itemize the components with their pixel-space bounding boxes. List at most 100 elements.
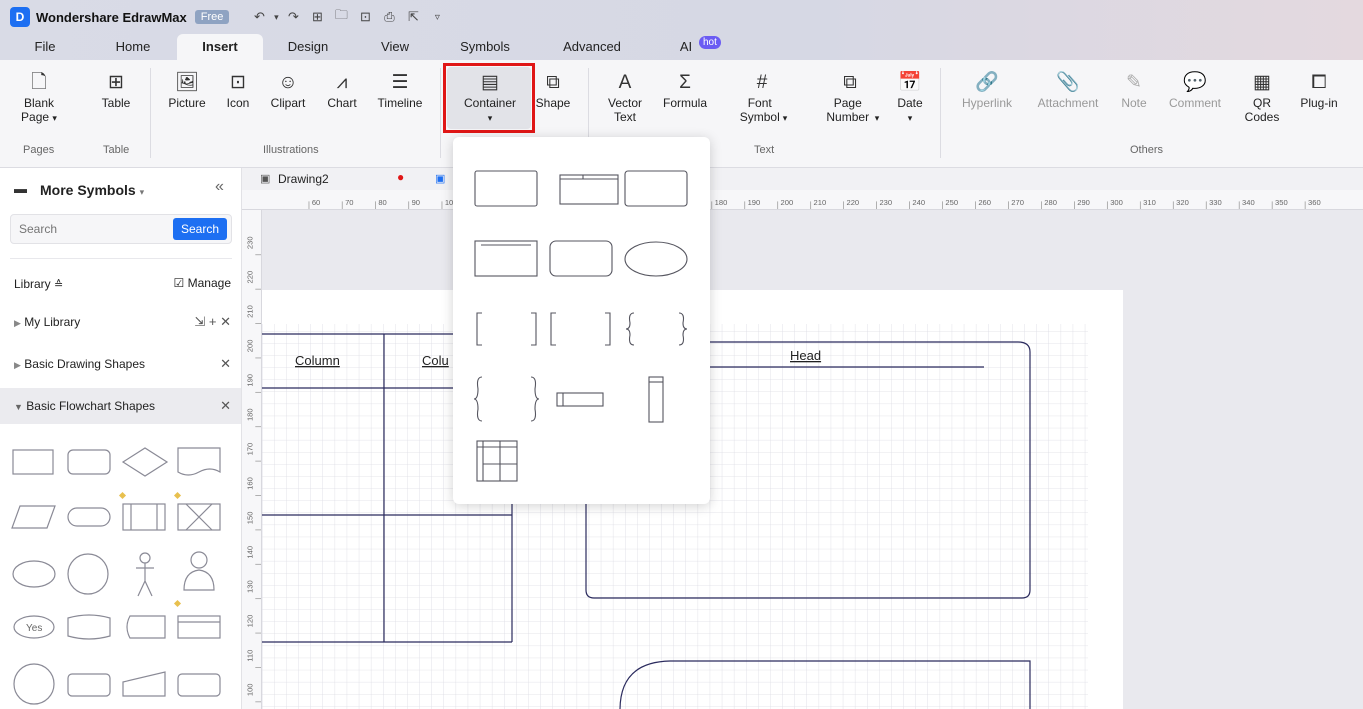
ruler-tick-label: 350 <box>1275 198 1288 207</box>
title-bar: D Wondershare EdrawMax Free ↶ ▾ ↷ ⊞ 🗀 ⊡ … <box>0 0 1363 34</box>
page-number-button[interactable]: ⧉ Page Number ▾ <box>814 70 886 125</box>
container-option-header-line[interactable] <box>474 240 538 277</box>
close-icon[interactable]: ✕ <box>220 314 231 329</box>
date-button[interactable]: 📅 Date ▾ <box>890 70 930 125</box>
vector-text-button[interactable]: A Vector Text <box>600 70 650 124</box>
person-shape[interactable] <box>183 551 215 591</box>
add-icon[interactable]: + <box>209 314 217 329</box>
undo-icon[interactable]: ↶ <box>247 9 271 25</box>
container-option-braces[interactable] <box>625 312 688 346</box>
container-option-vertical-lane[interactable] <box>648 376 664 423</box>
drawing-canvas[interactable]: Column Colu Head <box>262 210 1363 709</box>
chart-button[interactable]: ⩘ Chart <box>322 70 362 110</box>
comment-button[interactable]: 💬 Comment <box>1162 70 1228 110</box>
chevron-down-icon: ▾ <box>782 113 788 123</box>
save-icon[interactable]: ⊡ <box>353 9 377 25</box>
basic-drawing-shapes-label: Basic Drawing Shapes <box>24 357 145 371</box>
collapse-panel-icon[interactable]: « <box>215 178 224 196</box>
document-shape[interactable] <box>177 447 221 476</box>
off-page-shape[interactable] <box>177 673 221 697</box>
process-shape[interactable] <box>12 449 54 475</box>
export-icon[interactable]: ⇱ <box>401 9 425 25</box>
blank-page-button[interactable]: 🗋 Blank Page ▾ <box>14 70 64 125</box>
table-header-column[interactable]: Column <box>295 353 340 368</box>
open-folder-icon[interactable]: 🗀 <box>329 6 353 28</box>
library-label[interactable]: Library ≙ <box>14 277 63 291</box>
container-option-rounded[interactable] <box>624 170 688 207</box>
formula-button[interactable]: Σ Formula <box>658 70 712 110</box>
container-option-swimlane-grid[interactable] <box>476 440 518 482</box>
note-button[interactable]: ✎ Note <box>1116 70 1152 110</box>
predefined-process-shape[interactable] <box>122 503 166 531</box>
dropdown-icon[interactable]: ▾ <box>271 12 281 23</box>
decision-shape[interactable] <box>121 447 169 477</box>
print-icon[interactable]: ⎙ <box>377 9 401 25</box>
panel-title[interactable]: More Symbols ▾ <box>40 182 144 198</box>
free-badge[interactable]: Free <box>194 10 230 24</box>
ellipse-shape[interactable] <box>12 560 56 588</box>
new-icon[interactable]: ⊞ <box>305 9 329 25</box>
redo-icon[interactable]: ↷ <box>281 9 305 25</box>
direct-data-shape[interactable] <box>67 673 111 697</box>
diamond-handle-marker <box>173 599 182 608</box>
manual-input-shape[interactable] <box>122 671 166 697</box>
plugin-button[interactable]: ⧠ Plug-in <box>1294 70 1344 110</box>
ruler-tick-label: 180 <box>715 198 728 207</box>
qr-codes-label: QR Codes <box>1244 96 1280 124</box>
tab-symbols[interactable]: Symbols <box>452 34 518 60</box>
import-icon[interactable]: ⇲ <box>194 314 205 329</box>
container-gallery-dropdown <box>453 137 710 504</box>
icon-button[interactable]: ⊡ Icon <box>222 70 254 110</box>
tab-insert[interactable]: Insert <box>177 34 263 60</box>
hot-badge: hot <box>699 36 721 49</box>
tab-advanced[interactable]: Advanced <box>556 34 628 60</box>
tab-file[interactable]: File <box>22 34 68 60</box>
picture-button[interactable]: 🖼 Picture <box>164 70 210 110</box>
container-option-braces-tall[interactable] <box>473 376 540 422</box>
table-button[interactable]: ⊞ Table <box>96 70 136 110</box>
qr-codes-button[interactable]: ▦ QR Codes <box>1240 70 1284 124</box>
library-item-basic-drawing-shapes[interactable]: ▶ Basic Drawing Shapes ✕ <box>0 346 241 382</box>
container-option-tab[interactable] <box>559 174 619 205</box>
tab-design[interactable]: Design <box>280 34 336 60</box>
symbol-search-input[interactable] <box>19 222 159 236</box>
container-option-plain[interactable] <box>474 170 538 207</box>
container-option-brackets-2[interactable] <box>550 312 611 346</box>
shape-button[interactable]: ⧉ Shape <box>533 70 573 110</box>
timeline-button[interactable]: ☰ Timeline <box>372 70 428 110</box>
manage-button[interactable]: ☑ Manage <box>174 276 231 290</box>
customize-icon[interactable]: ▿ <box>425 12 449 23</box>
search-button[interactable]: Search <box>172 218 227 240</box>
terminator-shape[interactable] <box>67 507 111 527</box>
attachment-button[interactable]: 📎 Attachment <box>1030 70 1106 110</box>
picture-icon: 🖼 <box>174 72 200 93</box>
actor-shape[interactable] <box>136 552 154 597</box>
stored-data-shape[interactable] <box>126 615 166 639</box>
clipart-button[interactable]: ☺ Clipart <box>266 70 310 110</box>
hyperlink-button[interactable]: 🔗 Hyperlink <box>956 70 1018 110</box>
close-icon[interactable]: ✕ <box>220 398 231 414</box>
close-icon[interactable]: ✕ <box>220 356 231 372</box>
table-header-column-2[interactable]: Colu <box>422 353 449 368</box>
container-option-ellipse[interactable] <box>624 241 688 277</box>
container-option-round-corner[interactable] <box>549 240 613 277</box>
container-head-label[interactable]: Head <box>790 348 821 363</box>
circle-shape[interactable] <box>67 553 109 595</box>
document-tab-drawing2[interactable]: Drawing2 <box>278 172 329 186</box>
container-option-horizontal-lane[interactable] <box>556 392 604 407</box>
tab-ai[interactable]: AI <box>672 34 700 60</box>
library-item-basic-flowchart-shapes[interactable]: ▼ Basic Flowchart Shapes ✕ <box>0 388 241 424</box>
data-shape[interactable] <box>11 505 56 529</box>
library-item-my-library[interactable]: ▶ My Library ⇲ + ✕ <box>0 304 241 340</box>
ruler-tick-label: 130 <box>245 580 254 593</box>
container-option-brackets[interactable] <box>476 312 537 346</box>
rounded-rectangle-shape[interactable] <box>67 449 111 475</box>
card-shape[interactable] <box>177 615 221 639</box>
tab-view[interactable]: View <box>373 34 417 60</box>
database-shape[interactable] <box>67 614 111 640</box>
connector-shape[interactable] <box>13 663 55 705</box>
ruler-tick-label: 140 <box>245 546 254 559</box>
font-symbol-button[interactable]: # Font Symbol ▾ <box>730 70 794 125</box>
ruler-tick-label: 270 <box>1011 198 1024 207</box>
tab-home[interactable]: Home <box>104 34 162 60</box>
